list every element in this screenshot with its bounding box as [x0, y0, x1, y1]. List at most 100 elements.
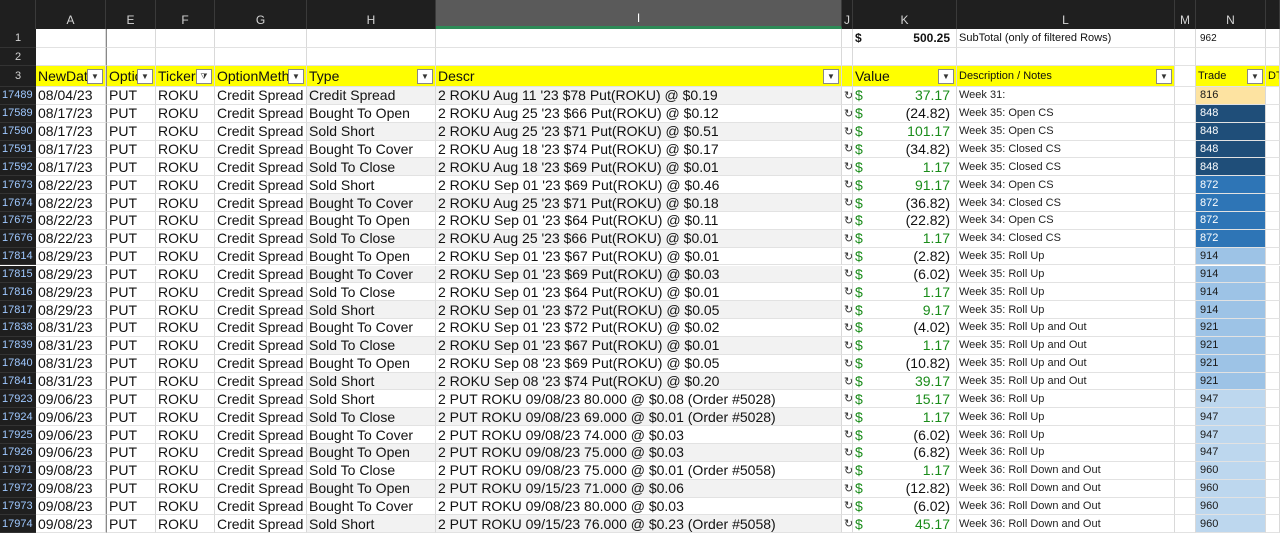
cell-option-method[interactable]: Credit Spread — [215, 390, 307, 409]
cell-ticker[interactable]: ROKU — [156, 390, 215, 409]
cell-date[interactable]: 09/06/23 — [36, 426, 106, 444]
cell-value[interactable]: $ (12.82) — [853, 479, 957, 498]
cell-option[interactable]: PUT — [106, 247, 156, 266]
cell-option-method[interactable]: Credit Spread — [215, 354, 307, 373]
cell-notes[interactable]: Week 31: — [957, 87, 1175, 105]
cell-notes[interactable]: Week 35: Roll Up and Out — [957, 336, 1175, 355]
row-number[interactable]: 17840 — [0, 354, 36, 373]
cell-notes[interactable]: Week 34: Closed CS — [957, 229, 1175, 248]
cell-dte[interactable] — [1266, 497, 1280, 516]
cell-option-method[interactable]: Credit Spread — [215, 479, 307, 498]
cell-trade[interactable]: 921 — [1196, 336, 1266, 355]
cell-type[interactable]: Bought To Cover — [307, 319, 436, 337]
cell-type[interactable]: Sold To Close — [307, 408, 436, 427]
cell-value[interactable]: $1.17 — [853, 336, 957, 355]
header-newdate[interactable]: NewDate ▼ — [36, 66, 106, 87]
cell-notes[interactable]: Week 35: Roll Up — [957, 301, 1175, 320]
column-header-e[interactable]: E — [106, 0, 156, 29]
column-header-m[interactable]: M — [1175, 0, 1196, 29]
subtotal-label[interactable]: SubTotal (only of filtered Rows) — [957, 29, 1175, 48]
cell-notes[interactable]: Week 35: Open CS — [957, 122, 1175, 141]
cell-ticker[interactable]: ROKU — [156, 283, 215, 302]
cell-descr[interactable]: 2 ROKU Aug 25 '23 $71 Put(ROKU) @ $0.51 — [436, 122, 842, 141]
cell-option-method[interactable]: Credit Spread — [215, 229, 307, 248]
cell-type[interactable]: Bought To Open — [307, 104, 436, 123]
cell-m[interactable] — [1175, 87, 1196, 105]
cell-descr[interactable]: 2 PUT ROKU 09/08/23 69.000 @ $0.01 (Orde… — [436, 408, 842, 427]
cell-type[interactable]: Bought To Open — [307, 354, 436, 373]
cell-date[interactable]: 08/17/23 — [36, 122, 106, 141]
cell-notes[interactable]: Week 34: Open CS — [957, 176, 1175, 195]
column-header-i[interactable]: I — [436, 0, 842, 29]
cell-refresh[interactable]: ↻ — [842, 140, 853, 159]
cell-option-method[interactable]: Credit Spread — [215, 461, 307, 480]
cell-refresh[interactable]: ↻ — [842, 158, 853, 177]
cell-refresh[interactable]: ↻ — [842, 265, 853, 284]
cell-ticker[interactable]: ROKU — [156, 140, 215, 159]
cell-option[interactable]: PUT — [106, 497, 156, 516]
cell-option-method[interactable]: Credit Spread — [215, 336, 307, 355]
cell-descr[interactable]: 2 ROKU Aug 18 '23 $74 Put(ROKU) @ $0.17 — [436, 140, 842, 159]
cell-option[interactable]: PUT — [106, 194, 156, 212]
cell-notes[interactable]: Week 35: Closed CS — [957, 140, 1175, 159]
cell-option[interactable]: PUT — [106, 426, 156, 444]
cell-option-method[interactable]: Credit Spread — [215, 140, 307, 159]
cell-trade[interactable]: 914 — [1196, 247, 1266, 266]
cell-trade[interactable]: 914 — [1196, 265, 1266, 284]
cell-option-method[interactable]: Credit Spread — [215, 158, 307, 177]
cell-trade[interactable]: 914 — [1196, 301, 1266, 320]
filter-dropdown-icon[interactable]: ▼ — [938, 69, 954, 84]
row-number[interactable]: 17815 — [0, 265, 36, 284]
cell-value[interactable]: $ (24.82) — [853, 104, 957, 123]
row-number[interactable]: 1 — [0, 29, 36, 48]
cell-refresh[interactable]: ↻ — [842, 229, 853, 248]
cell-m[interactable] — [1175, 408, 1196, 427]
cell-ticker[interactable]: ROKU — [156, 426, 215, 444]
cell-dte[interactable] — [1266, 319, 1280, 337]
cell-ticker[interactable]: ROKU — [156, 265, 215, 284]
cell-option[interactable]: PUT — [106, 461, 156, 480]
cell-option[interactable]: PUT — [106, 319, 156, 337]
cell-refresh[interactable]: ↻ — [842, 497, 853, 516]
cell-ticker[interactable]: ROKU — [156, 408, 215, 427]
cell-refresh[interactable]: ↻ — [842, 194, 853, 212]
cell-type[interactable]: Bought To Cover — [307, 265, 436, 284]
row-number[interactable]: 17673 — [0, 176, 36, 195]
cell-option[interactable]: PUT — [106, 265, 156, 284]
cell-trade[interactable]: 914 — [1196, 283, 1266, 302]
cell-j1[interactable] — [842, 29, 853, 48]
cell-i1[interactable] — [436, 29, 842, 48]
column-header-j[interactable]: J — [842, 0, 853, 29]
cell-type[interactable]: Sold To Close — [307, 229, 436, 248]
row-number[interactable]: 17817 — [0, 301, 36, 320]
cell-option[interactable]: PUT — [106, 283, 156, 302]
cell-m[interactable] — [1175, 390, 1196, 409]
cell-option[interactable]: PUT — [106, 87, 156, 105]
cell-trade[interactable]: 921 — [1196, 354, 1266, 373]
row-number[interactable]: 17489 — [0, 87, 36, 105]
cell-m[interactable] — [1175, 336, 1196, 355]
filter-dropdown-icon[interactable]: ▼ — [417, 69, 433, 84]
cell-type[interactable]: Bought To Cover — [307, 497, 436, 516]
cell-type[interactable]: Sold Short — [307, 176, 436, 195]
row-number[interactable]: 17590 — [0, 122, 36, 141]
row-number[interactable]: 17972 — [0, 479, 36, 498]
select-all-corner[interactable] — [0, 0, 36, 29]
cell-o1[interactable] — [1266, 29, 1280, 48]
cell-option-method[interactable]: Credit Spread — [215, 87, 307, 105]
cell-type[interactable]: Bought To Cover — [307, 194, 436, 212]
cell-descr[interactable]: 2 PUT ROKU 09/08/23 80.000 @ $0.03 — [436, 497, 842, 516]
cell-m[interactable] — [1175, 247, 1196, 266]
row-number[interactable]: 17838 — [0, 319, 36, 337]
cell-option[interactable]: PUT — [106, 301, 156, 320]
cell-date[interactable]: 09/08/23 — [36, 479, 106, 498]
cell-m[interactable] — [1175, 372, 1196, 391]
cell-descr[interactable]: 2 ROKU Sep 01 '23 $72 Put(ROKU) @ $0.05 — [436, 301, 842, 320]
filter-dropdown-icon[interactable]: ▼ — [1247, 69, 1263, 84]
cell-trade[interactable]: 947 — [1196, 444, 1266, 462]
cell-descr[interactable]: 2 ROKU Aug 25 '23 $71 Put(ROKU) @ $0.18 — [436, 194, 842, 212]
cell-ticker[interactable]: ROKU — [156, 319, 215, 337]
cell-value[interactable]: $ (4.02) — [853, 319, 957, 337]
column-header-h[interactable]: H — [307, 0, 436, 29]
row-number[interactable]: 2 — [0, 48, 36, 66]
